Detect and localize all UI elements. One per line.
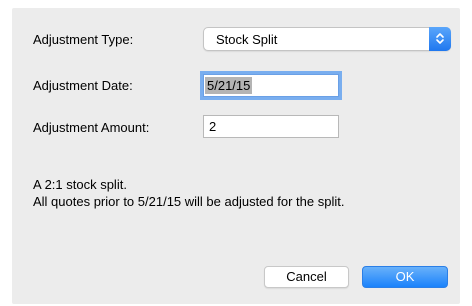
adjustment-amount-label: Adjustment Amount: bbox=[33, 120, 150, 135]
split-description-line-2: All quotes prior to 5/21/15 will be adju… bbox=[33, 194, 345, 209]
split-description-line-1: A 2:1 stock split. bbox=[33, 177, 127, 192]
adjustment-type-value: Stock Split bbox=[216, 32, 278, 47]
adjustment-date-value: 5/21/15 bbox=[205, 77, 253, 94]
ok-button[interactable]: OK bbox=[362, 266, 448, 288]
split-description: A 2:1 stock split. All quotes prior to 5… bbox=[33, 176, 344, 210]
cancel-button[interactable]: Cancel bbox=[264, 266, 349, 288]
adjustment-type-label: Adjustment Type: bbox=[33, 32, 134, 47]
up-down-chevron-icon bbox=[429, 27, 451, 51]
adjustment-amount-field[interactable] bbox=[203, 115, 339, 138]
adjustment-date-label: Adjustment Date: bbox=[33, 78, 133, 93]
adjustment-dialog: Adjustment Type: Stock Split Adjustment … bbox=[12, 8, 460, 304]
adjustment-type-select[interactable]: Stock Split bbox=[203, 27, 451, 51]
